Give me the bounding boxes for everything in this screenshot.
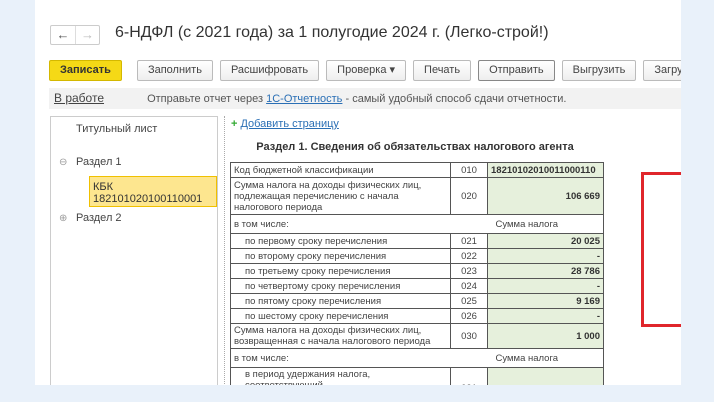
fill-button[interactable]: Заполнить xyxy=(136,60,213,81)
status-link[interactable]: В работе xyxy=(54,91,104,105)
forward-button[interactable]: → xyxy=(75,26,99,44)
check-dropdown-button[interactable]: Проверка ▾ xyxy=(326,60,407,81)
row-code: 023 xyxy=(450,263,488,279)
import-button[interactable]: Загрузить xyxy=(643,60,681,81)
row-code: 025 xyxy=(450,293,488,309)
decode-button[interactable]: Расшифровать xyxy=(219,60,320,81)
row-code: 026 xyxy=(450,308,488,324)
row-code: 022 xyxy=(450,248,488,264)
row-code: 024 xyxy=(450,278,488,294)
row-label: по четвертому сроку перечисления xyxy=(230,278,451,294)
row-code: 021 xyxy=(450,233,488,249)
value-field[interactable] xyxy=(487,367,604,385)
info-text-end: - самый удобный способ сдачи отчетности. xyxy=(342,93,567,105)
row-label: по второму сроку перечисления xyxy=(230,248,451,264)
expand-icon[interactable]: ⊕ xyxy=(59,213,67,224)
add-page-label: Добавить страницу xyxy=(240,118,339,130)
save-button[interactable]: Записать xyxy=(49,60,122,81)
tree-item-title-page[interactable]: Титульный лист xyxy=(76,123,157,135)
row-label: Код бюджетной классификации xyxy=(230,162,451,178)
table-row: Код бюджетной классификации 010 1821010201… xyxy=(230,162,604,178)
row-label: по третьему сроку перечисления xyxy=(230,263,451,279)
report-window: ← → 6-НДФЛ (с 2021 года) за 1 полугодие … xyxy=(35,0,681,385)
value-field[interactable]: 20 025 xyxy=(487,233,604,249)
form-content: + Добавить страницу Раздел 1. Сведения об… xyxy=(224,116,681,385)
reporting-link[interactable]: 1С-Отчетность xyxy=(266,93,342,105)
table-row: по пятому сроку перечисления 025 9 169 xyxy=(230,293,604,309)
row-code: 010 xyxy=(450,162,488,178)
highlight-box xyxy=(641,172,681,327)
tree-item-section-1[interactable]: Раздел 1 xyxy=(76,156,122,168)
toolbar: Записать Заполнить Расшифровать Проверка… xyxy=(49,60,681,81)
row-label: Сумма налога на доходы физических лиц, в… xyxy=(230,323,451,349)
row-code: 030 xyxy=(450,323,488,349)
print-button[interactable]: Печать xyxy=(413,60,472,81)
row-label: в период удержания налога, соответствующ… xyxy=(230,367,451,385)
plus-icon: + xyxy=(231,118,238,130)
value-field[interactable]: 9 169 xyxy=(487,293,604,309)
obligations-table: Код бюджетной классификации 010 1821010201… xyxy=(230,162,604,385)
info-bar: В работе Отправьте отчет через 1С-Отчетн… xyxy=(49,88,681,109)
sections-tree: Титульный лист ⊖ Раздел 1 КБК 1821010201… xyxy=(50,116,218,385)
row-label: по пятому сроку перечисления xyxy=(230,293,451,309)
value-field[interactable]: 1 000 xyxy=(487,323,604,349)
column-header: Сумма налога xyxy=(450,214,604,234)
table-row: в том числе: Сумма налога xyxy=(230,214,604,234)
table-row: Сумма налога на доходы физических лиц, в… xyxy=(230,323,604,349)
table-row: по шестому сроку перечисления 026- xyxy=(230,308,604,324)
row-label: по первому сроку перечисления xyxy=(230,233,451,249)
value-field[interactable]: - xyxy=(487,278,604,294)
value-field[interactable]: 106 669 xyxy=(487,177,604,215)
send-button[interactable]: Отправить xyxy=(478,60,555,81)
info-text: Отправьте отчет через xyxy=(147,93,267,105)
table-row: по первому сроку перечисления 021 20 025 xyxy=(230,233,604,249)
navigation: ← → xyxy=(50,25,100,45)
table-row: по третьему сроку перечисления 023 28 786 xyxy=(230,263,604,279)
value-field[interactable]: - xyxy=(487,308,604,324)
kbk-field[interactable]: 18210102010011000110 xyxy=(487,162,604,178)
tree-item-kbk[interactable]: КБК 182101020100110001 xyxy=(89,176,217,207)
table-row: в том числе: Сумма налога xyxy=(230,348,604,368)
tree-item-section-2[interactable]: Раздел 2 xyxy=(76,212,122,224)
row-label: Сумма налога на доходы физических лиц, п… xyxy=(230,177,451,215)
table-row: Сумма налога на доходы физических лиц, п… xyxy=(230,177,604,215)
row-label: в том числе: xyxy=(230,348,451,368)
row-code: 020 xyxy=(450,177,488,215)
collapse-icon[interactable]: ⊖ xyxy=(59,157,67,168)
info-message: Отправьте отчет через 1С-Отчетность - са… xyxy=(147,93,566,105)
row-label: по шестому сроку перечисления xyxy=(230,308,451,324)
back-button[interactable]: ← xyxy=(51,26,75,44)
value-field[interactable]: 28 786 xyxy=(487,263,604,279)
table-row: в период удержания налога, соответствующ… xyxy=(230,367,604,385)
page-title: 6-НДФЛ (с 2021 года) за 1 полугодие 2024… xyxy=(115,24,549,41)
column-header: Сумма налога xyxy=(450,348,604,368)
section-title: Раздел 1. Сведения об обязательствах нал… xyxy=(256,141,574,153)
row-code: 031 xyxy=(450,367,488,385)
add-page-link[interactable]: + Добавить страницу xyxy=(231,118,339,130)
table-row: по второму сроку перечисления 022- xyxy=(230,248,604,264)
value-field[interactable]: - xyxy=(487,248,604,264)
row-label: в том числе: xyxy=(230,214,451,234)
export-button[interactable]: Выгрузить xyxy=(561,60,637,81)
table-row: по четвертому сроку перечисления 024- xyxy=(230,278,604,294)
